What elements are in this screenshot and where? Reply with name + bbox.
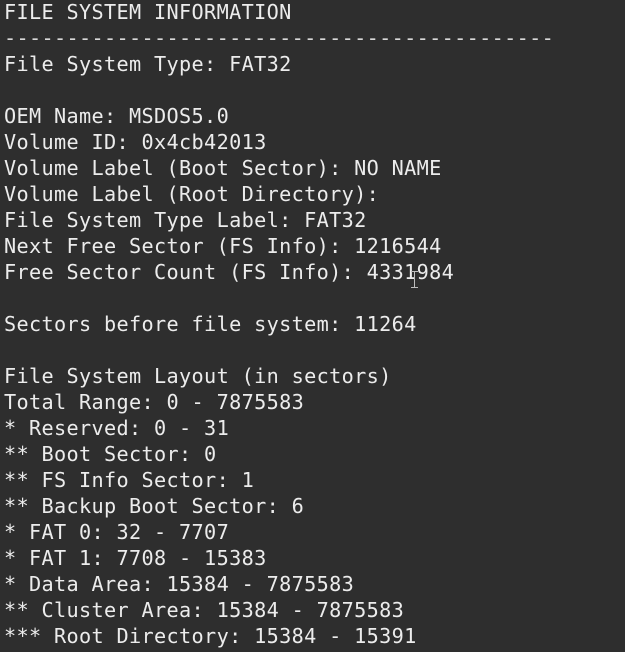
output-line: * Data Area: 15384 - 7875583 [4, 572, 355, 596]
text-cursor-icon [411, 271, 418, 288]
output-line: ** FS Info Sector: 1 [4, 468, 255, 492]
separator-line: ----------------------------------------… [4, 26, 555, 50]
output-line: File System Type Label: FAT32 [4, 208, 367, 232]
blank-line [4, 285, 554, 311]
output-line: Volume ID: 0x4cb42013 [4, 130, 267, 154]
output-line: Volume Label (Boot Sector): NO NAME [4, 156, 442, 180]
output-line: Total Range: 0 - 7875583 [4, 390, 305, 414]
blank-line [4, 77, 554, 103]
output-line: *** Root Directory: 15384 - 15391 [4, 624, 417, 648]
output-line: Next Free Sector (FS Info): 1216544 [4, 234, 442, 258]
output-line: * FAT 1: 7708 - 15383 [4, 546, 267, 570]
output-line: File System Type: FAT32 [4, 52, 292, 76]
output-line: ** Cluster Area: 15384 - 7875583 [4, 598, 405, 622]
output-line: OEM Name: MSDOS5.0 [4, 104, 230, 128]
blank-line [4, 337, 554, 363]
section-title: FILE SYSTEM INFORMATION [4, 0, 292, 24]
output-line: File System Layout (in sectors) [4, 364, 392, 388]
output-line: Sectors before file system: 11264 [4, 312, 417, 336]
output-line: Volume Label (Root Directory): [4, 182, 380, 206]
output-line: * FAT 0: 32 - 7707 [4, 520, 230, 544]
output-line: ** Boot Sector: 0 [4, 442, 217, 466]
output-line: * Reserved: 0 - 31 [4, 416, 230, 440]
output-line: Free Sector Count (FS Info): 4331984 [4, 260, 455, 284]
output-line: ** Backup Boot Sector: 6 [4, 494, 305, 518]
output-lines: FILE SYSTEM INFORMATION ----------------… [4, 0, 554, 649]
terminal-output[interactable]: FILE SYSTEM INFORMATION ----------------… [0, 0, 625, 652]
